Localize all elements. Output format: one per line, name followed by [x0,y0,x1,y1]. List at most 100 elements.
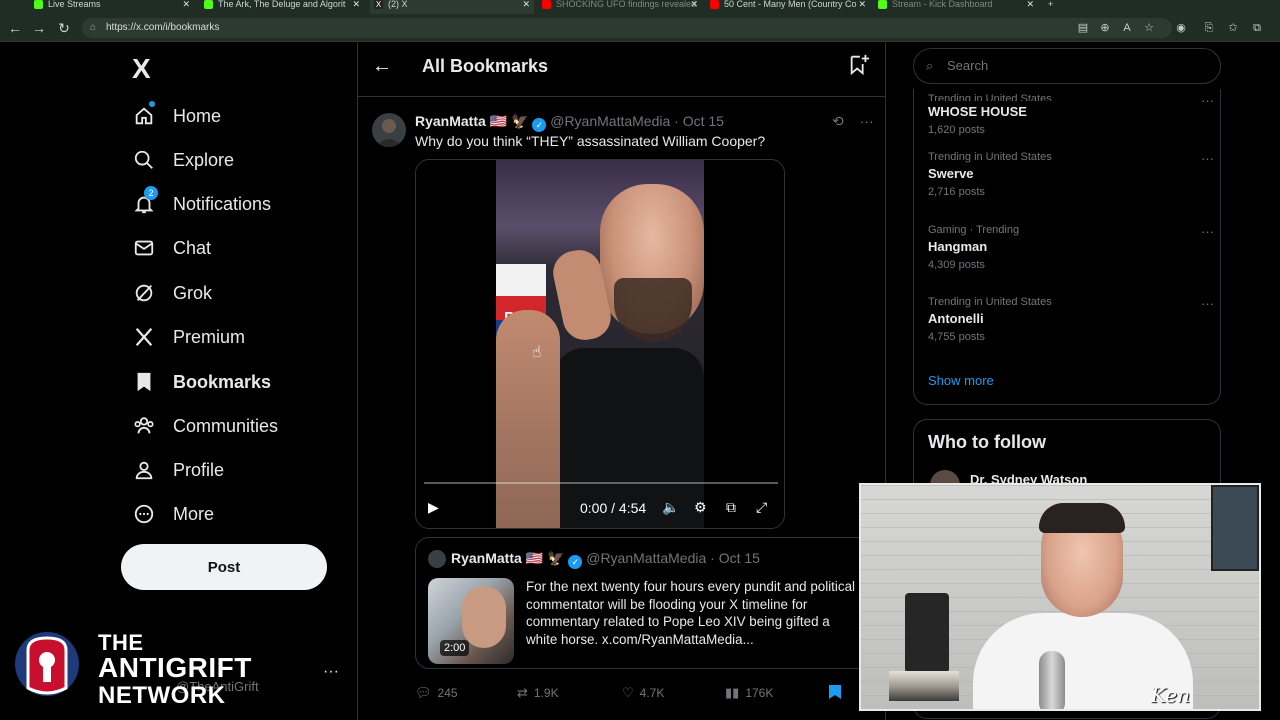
reply-button[interactable]: 💬︎ 245 [415,685,458,701]
quoted-header: RyanMatta 🇺🇸 🦅 ✓ @RyanMattaMedia · Oct 1… [451,550,760,569]
trend-item[interactable]: Gaming · Trending Hangman 4,309 posts ··… [928,224,1214,271]
analytics-icon: ▮▮ [725,685,740,700]
sidebar-item-notifications[interactable]: 2 Notifications [132,186,271,219]
x-icon: X [374,0,383,9]
verified-badge-icon: ✓ [568,555,583,569]
more-icon[interactable]: ··· [1201,296,1214,311]
bookmark-icon [132,370,156,394]
favorites-icon[interactable]: ✩ [1226,21,1240,35]
account-more-icon[interactable]: ··· [323,663,339,681]
tab-label: Live Streams [48,0,101,9]
back-button[interactable]: ← [6,19,24,37]
translate-icon[interactable]: A [1120,21,1134,35]
close-icon[interactable]: ✕ [182,0,190,9]
sidebar-item-communities[interactable]: Communities [132,411,278,441]
x-logo[interactable]: X [132,53,151,85]
more-icon[interactable]: ··· [1201,151,1214,166]
close-icon[interactable]: ✕ [690,0,698,9]
bookmark-button[interactable] [829,685,841,699]
quoted-author-name[interactable]: RyanMatta [451,550,522,566]
favorite-star-icon[interactable]: ☆ [1142,21,1156,35]
quoted-author-handle[interactable]: @RyanMattaMedia [586,550,706,566]
sidebar-item-label: Grok [173,282,213,303]
trend-name: WHOSE HOUSE [928,104,1027,119]
tab-label: 50 Cent - Many Men (Country Co [724,0,857,9]
sidebar-item-label: Communities [173,415,279,436]
quoted-video-thumbnail[interactable]: 2:00 [428,578,514,664]
quoted-avatar[interactable] [428,550,446,568]
webcam-overlay: Ken Mason [859,483,1261,711]
sidebar-item-grok[interactable]: Grok [132,278,212,308]
forward-button[interactable]: → [30,19,48,37]
add-bookmark-folder-icon[interactable] [848,53,870,75]
more-icon[interactable]: ··· [1201,93,1214,108]
tweet-date[interactable]: · Oct 15 [674,113,724,129]
repost-icon: ⇄ [517,685,528,700]
reader-icon[interactable]: ▤ [1076,21,1090,35]
sidebar-item-premium[interactable]: Premium [132,322,245,352]
tab-label: SHOCKING UFO findings revealed [556,0,697,9]
extension-icon[interactable]: ◉ [1174,21,1188,35]
reload-button[interactable]: ↻ [55,19,73,37]
close-icon[interactable]: ✕ [1026,0,1034,9]
video-player[interactable]: Pol ☝ ▶ 0:00 / 4:54 🔈 ⚙ ⧉ ⤢ [415,159,785,529]
site-info-icon[interactable]: ⌂ [90,18,96,38]
more-icon[interactable]: ··· [1201,224,1214,239]
speaker-beard [614,278,692,342]
author-handle[interactable]: @RyanMattaMedia [550,113,670,129]
trend-name: Hangman [928,239,988,254]
tab-label: Stream - Kick Dashboard [892,0,993,9]
grok-icon[interactable]: ⟲ [832,113,844,129]
like-button[interactable]: ♡ 4.7K [622,685,664,701]
sidebar-item-profile[interactable]: Profile [132,455,224,485]
search-input[interactable]: ⌕ Search [913,48,1221,84]
quoted-date[interactable]: · Oct 15 [710,550,760,566]
browser-tab[interactable]: SHOCKING UFO findings revealed ✕ [538,0,702,14]
browser-tab[interactable]: Stream - Kick Dashboard ✕ [874,0,1038,14]
address-bar[interactable]: ⌂ https://x.com/i/bookmarks [82,18,1172,38]
collections-icon[interactable]: ⧉ [1250,21,1264,35]
video-duration-badge: 2:00 [440,640,470,656]
youtube-icon [710,0,719,9]
trend-item[interactable]: Trending in United States WHOSE HOUSE 1,… [928,93,1214,136]
close-icon[interactable]: ✕ [858,0,866,9]
settings-gear-icon[interactable]: ⚙ [694,496,707,518]
show-more-link[interactable]: Show more [928,373,994,388]
trend-count: 2,716 posts [928,186,985,198]
sidebar-item-label: Explore [173,149,235,170]
reply-count: 245 [437,686,458,700]
zoom-icon[interactable]: ⊕ [1098,21,1112,35]
browser-tab[interactable]: Live Streams ✕ [30,0,194,14]
video-progress-bar[interactable] [424,482,778,484]
fullscreen-icon[interactable]: ⤢ [756,496,767,518]
trend-count: 4,309 posts [928,259,985,271]
channel-logo-overlay: THE ANTIGRIFT NETWORK [14,628,284,709]
sidebar-item-explore[interactable]: Explore [132,145,234,175]
post-button[interactable]: Post [121,544,327,590]
repost-button[interactable]: ⇄ 1.9K [517,685,559,701]
browser-tab[interactable]: The Ark, The Deluge and Algorit ✕ [200,0,364,14]
page-header: ← All Bookmarks [358,43,886,97]
volume-icon[interactable]: 🔈 [662,496,679,518]
new-tab-button[interactable]: + [1044,0,1064,14]
sidebar-item-more[interactable]: More [132,499,214,529]
split-screen-icon[interactable]: ⎘ [1202,21,1216,35]
back-arrow-icon[interactable]: ← [372,55,392,78]
more-icon[interactable]: ··· [860,113,874,129]
sidebar-item-bookmarks[interactable]: Bookmarks [132,367,271,397]
trend-item[interactable]: Trending in United States Swerve 2,716 p… [928,151,1214,198]
trend-item[interactable]: Trending in United States Antonelli 4,75… [928,296,1214,343]
views-button[interactable]: ▮▮ 176K [725,685,773,701]
sidebar-item-home[interactable]: Home [132,101,221,131]
picture-in-picture-icon[interactable]: ⧉ [726,496,736,518]
browser-tab[interactable]: 50 Cent - Many Men (Country Co ✕ [706,0,870,14]
avatar[interactable] [372,113,406,147]
sidebar-item-label: More [173,503,215,524]
browser-tab-active[interactable]: X (2) X ✕ [370,0,534,14]
play-icon[interactable]: ▶ [428,496,439,518]
quoted-tweet[interactable]: RyanMatta 🇺🇸 🦅 ✓ @RyanMattaMedia · Oct 1… [415,537,885,669]
sidebar-item-chat[interactable]: Chat [132,233,211,263]
author-name[interactable]: RyanMatta [415,113,486,129]
close-icon[interactable]: ✕ [522,0,530,9]
close-icon[interactable]: ✕ [352,0,360,9]
